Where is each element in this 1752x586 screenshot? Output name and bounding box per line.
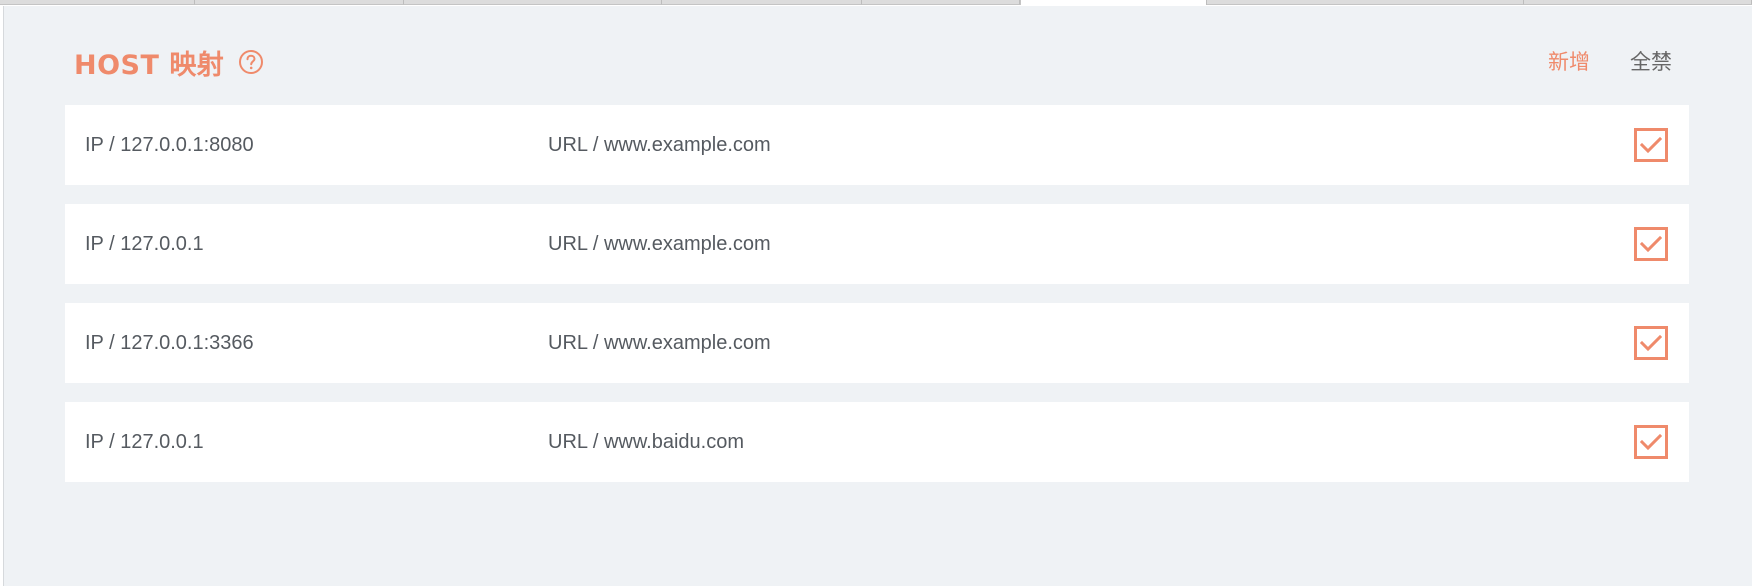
tab[interactable]: [862, 0, 1020, 5]
ip-value: IP / 127.0.0.1:3366: [85, 331, 254, 354]
url-value: URL / www.example.com: [548, 331, 771, 354]
panel-header: HOST 映射: [74, 42, 264, 82]
tab[interactable]: [195, 0, 404, 5]
tab[interactable]: [662, 0, 862, 5]
ip-value: IP / 127.0.0.1:8080: [85, 133, 254, 156]
enabled-checkbox[interactable]: [1634, 227, 1668, 261]
tab[interactable]: [0, 0, 195, 5]
enabled-checkbox[interactable]: [1634, 425, 1668, 459]
tab-active[interactable]: [1020, 0, 1207, 5]
page-title: HOST 映射: [74, 49, 225, 81]
tab[interactable]: [1524, 0, 1752, 5]
url-value: URL / www.baidu.com: [548, 430, 744, 453]
url-value: URL / www.example.com: [548, 133, 771, 156]
list-item: IP / 127.0.0.1 URL / www.baidu.com: [65, 402, 1689, 482]
enabled-checkbox[interactable]: [1634, 128, 1668, 162]
check-icon: [1640, 136, 1662, 154]
ip-value: IP / 127.0.0.1: [85, 232, 204, 255]
list-item: IP / 127.0.0.1:8080 URL / www.example.co…: [65, 105, 1689, 185]
question-circle-icon[interactable]: [238, 49, 264, 75]
ip-value: IP / 127.0.0.1: [85, 430, 204, 453]
list-item: IP / 127.0.0.1:3366 URL / www.example.co…: [65, 303, 1689, 383]
tab[interactable]: [404, 0, 662, 5]
header-actions: 新增 全禁: [1548, 46, 1672, 76]
disable-all-button[interactable]: 全禁: [1630, 46, 1672, 76]
url-value: URL / www.example.com: [548, 232, 771, 255]
tab[interactable]: [1207, 0, 1524, 5]
add-button[interactable]: 新增: [1548, 46, 1590, 76]
check-icon: [1640, 334, 1662, 352]
check-icon: [1640, 235, 1662, 253]
check-icon: [1640, 433, 1662, 451]
host-mapping-panel: HOST 映射 新增 全禁 IP / 127.0.0.1:8080 URL / …: [3, 6, 1752, 586]
enabled-checkbox[interactable]: [1634, 326, 1668, 360]
list-item: IP / 127.0.0.1 URL / www.example.com: [65, 204, 1689, 284]
mapping-list: IP / 127.0.0.1:8080 URL / www.example.co…: [65, 105, 1689, 501]
